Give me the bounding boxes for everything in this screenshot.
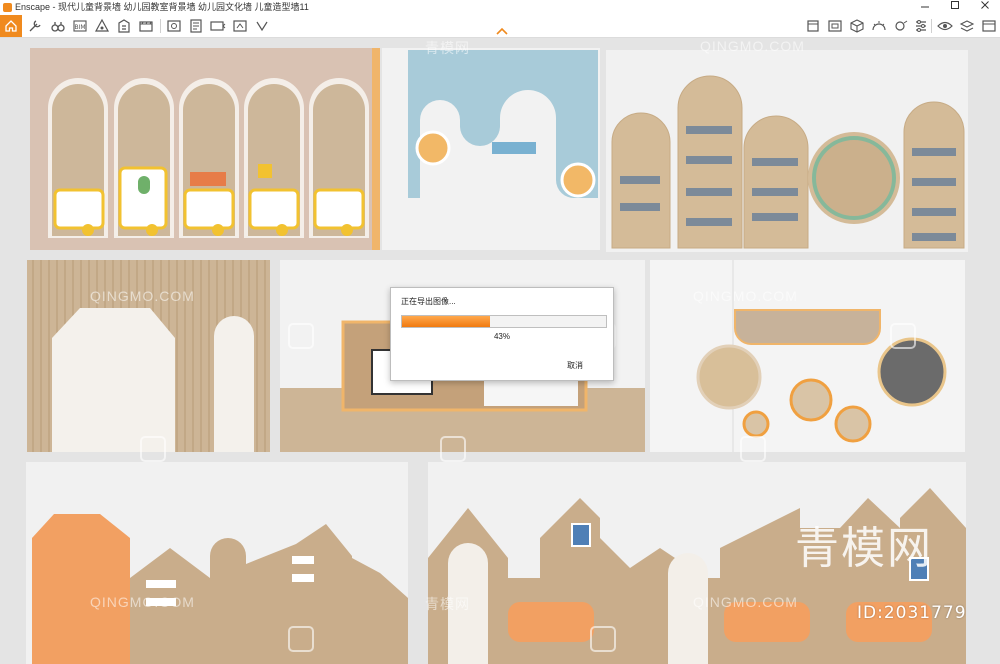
atmosphere-button[interactable] (893, 18, 909, 34)
batch-icon (190, 19, 202, 33)
watermark-text: QINGMO.COM (700, 38, 805, 54)
settings-button[interactable] (913, 18, 929, 34)
light-button[interactable] (116, 18, 132, 34)
binoculars-button[interactable] (50, 18, 66, 34)
layers-icon (959, 20, 975, 32)
watermark-text: QINGMO.COM (90, 288, 195, 304)
enscape-logo-icon (3, 3, 12, 12)
arch-shelf-wall (30, 48, 380, 250)
logo-wall (382, 48, 600, 250)
panorama-icon (210, 21, 226, 31)
town-silhouette-wall (26, 462, 408, 664)
dialog-title: 正在导出图像... (401, 297, 456, 306)
building-icon (118, 19, 130, 33)
big-watermark: 青模网 (795, 523, 933, 574)
svg-text:BIM: BIM (74, 24, 85, 31)
title-bar: Enscape - 现代儿童背景墙 幼儿园教室背景墙 幼儿园文化墙 儿童造型墙1… (0, 0, 1000, 16)
window-button[interactable] (981, 18, 997, 34)
watermark-text: QINGMO.COM (693, 594, 798, 610)
watermark-logo-icon (288, 323, 314, 349)
watermark-logo-icon (740, 436, 766, 462)
layers-button[interactable] (959, 18, 975, 34)
video-button[interactable] (138, 18, 154, 34)
cube-icon (807, 20, 819, 32)
watermark-logo-icon (440, 436, 466, 462)
screenshot-icon (167, 20, 181, 32)
eye-icon (937, 21, 953, 31)
frame-button[interactable] (827, 18, 843, 34)
watermark-logo-icon (288, 626, 314, 652)
bookshelf-wall (606, 50, 968, 252)
box-icon (850, 19, 864, 33)
chevron-up-icon[interactable] (495, 26, 509, 36)
watermark-logo-icon (590, 626, 616, 652)
progress-bar (401, 315, 607, 328)
panorama-button[interactable] (210, 18, 226, 34)
eye-button[interactable] (937, 18, 953, 34)
progress-bar-fill (402, 316, 490, 327)
frame-icon (828, 20, 842, 32)
bim-button[interactable]: BIM (72, 18, 88, 34)
video-icon (139, 21, 153, 32)
watermark-text: QINGMO.COM (90, 594, 195, 610)
close-button[interactable] (970, 0, 1000, 15)
watermark-text: QINGMO.COM (693, 288, 798, 304)
export-button[interactable] (232, 18, 248, 34)
tool-button[interactable] (27, 18, 43, 34)
watermark-text-cn: 青模网 (425, 596, 470, 612)
web-button[interactable] (254, 18, 270, 34)
watermark-logo-icon (140, 436, 166, 462)
tool-icon (29, 20, 41, 32)
asset-button[interactable] (94, 18, 110, 34)
web-icon (256, 21, 268, 32)
cube-button[interactable] (805, 18, 821, 34)
bim-icon: BIM (73, 20, 87, 32)
progress-percent: 43% (493, 332, 510, 341)
home-icon (5, 20, 17, 32)
window-icon (982, 20, 996, 32)
export-progress-dialog: 正在导出图像... 43% 取消 (390, 287, 614, 381)
binoculars-icon (51, 22, 65, 32)
maximize-button[interactable] (940, 0, 970, 15)
export-icon (233, 20, 247, 32)
id-watermark: ID:2031779 (857, 603, 967, 623)
asset-icon (94, 18, 110, 32)
settings-icon (916, 20, 926, 32)
home-button[interactable] (0, 15, 22, 37)
cancel-button[interactable]: 取消 (567, 360, 583, 371)
watermark-logo-icon (890, 323, 916, 349)
box-button[interactable] (849, 18, 865, 34)
sun-icon (895, 20, 908, 31)
batch-button[interactable] (188, 18, 204, 34)
sun-button[interactable] (871, 18, 887, 34)
window-title: Enscape - 现代儿童背景墙 幼儿园教室背景墙 幼儿园文化墙 儿童造型墙1… (15, 2, 309, 12)
minimize-button[interactable] (910, 0, 940, 15)
atmosphere-icon (872, 21, 886, 31)
screenshot-button[interactable] (166, 18, 182, 34)
watermark-text-cn: 青模网 (425, 40, 470, 56)
